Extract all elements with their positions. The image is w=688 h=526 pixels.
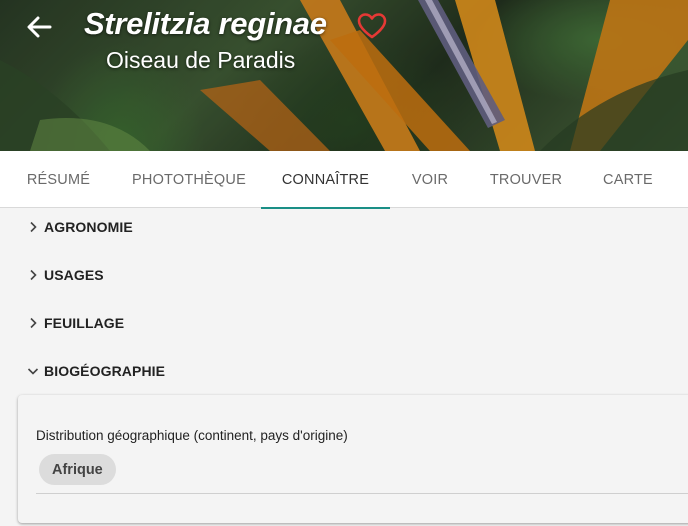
tab-connaitre[interactable]: CONNAÎTRE [261, 151, 390, 209]
continent-chip[interactable]: Afrique [39, 454, 116, 485]
section-label: BIOGÉOGRAPHIE [44, 363, 166, 379]
tab-phototheque[interactable]: PHOTOTHÈQUE [117, 151, 261, 208]
page-title: Strelitzia reginae [84, 6, 327, 41]
section-usages[interactable]: USAGES [26, 263, 104, 287]
back-button[interactable] [22, 12, 56, 42]
tab-resume[interactable]: RÉSUMÉ [0, 151, 117, 208]
section-label: USAGES [44, 267, 104, 283]
divider [36, 493, 688, 494]
header-banner: Strelitzia reginae Oiseau de Paradis [0, 0, 688, 151]
page-subtitle: Oiseau de Paradis [106, 47, 296, 73]
biogeography-panel: Distribution géographique (continent, pa… [18, 395, 688, 523]
section-feuillage[interactable]: FEUILLAGE [26, 311, 124, 335]
section-label: AGRONOMIE [44, 219, 133, 235]
tab-bar: RÉSUMÉ PHOTOTHÈQUE CONNAÎTRE VOIR TROUVE… [0, 151, 688, 209]
heart-outline-icon [357, 13, 387, 39]
chevron-right-icon [26, 268, 40, 282]
chevron-right-icon [26, 316, 40, 330]
section-label: FEUILLAGE [44, 315, 125, 331]
distribution-label: Distribution géographique (continent, pa… [36, 428, 348, 443]
chevron-down-icon [26, 364, 40, 378]
arrow-left-icon [27, 16, 52, 38]
section-agronomie[interactable]: AGRONOMIE [26, 215, 133, 239]
section-biogeographie[interactable]: BIOGÉOGRAPHIE [26, 359, 165, 383]
tab-voir[interactable]: VOIR [390, 151, 470, 208]
tab-carte[interactable]: CARTE [582, 151, 674, 208]
chevron-right-icon [26, 220, 40, 234]
tab-trouver[interactable]: TROUVER [470, 151, 582, 208]
favorite-button[interactable] [354, 10, 390, 42]
